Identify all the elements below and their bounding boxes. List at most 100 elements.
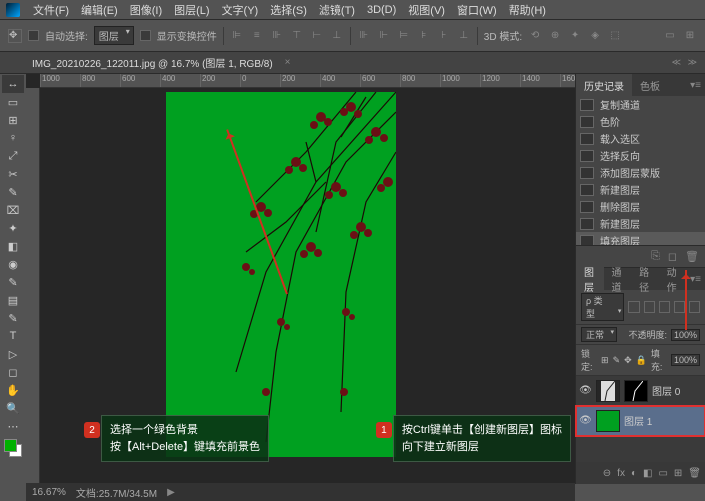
lock-icon[interactable]: ⊞ — [601, 355, 609, 366]
crop-tool[interactable]: ⤢ — [2, 147, 24, 165]
history-item[interactable]: 复制通道 — [576, 96, 705, 113]
lock-icon[interactable]: 🔒 — [636, 355, 647, 366]
gradient-tool[interactable]: ✎ — [2, 273, 24, 291]
group-icon[interactable]: ▭ — [658, 468, 667, 479]
menu-file[interactable]: 文件(F) — [28, 0, 74, 20]
align-icon[interactable]: ⊤ — [290, 29, 304, 43]
lock-icon[interactable]: ✎ — [613, 355, 621, 366]
3d-icon[interactable]: ⬚ — [608, 29, 622, 43]
marquee-tool[interactable]: ▭ — [2, 93, 24, 111]
history-item[interactable]: 填充图层 — [576, 232, 705, 246]
blur-tool[interactable]: ▤ — [2, 291, 24, 309]
document-tab-bar: IMG_20210226_122011.jpg @ 16.7% (图层 1, R… — [0, 52, 705, 74]
menu-help[interactable]: 帮助(H) — [504, 0, 551, 20]
layer-name[interactable]: 图层 0 — [652, 383, 680, 398]
fill-value[interactable]: 100% — [671, 354, 700, 366]
menu-view[interactable]: 视图(V) — [403, 0, 450, 20]
zoom-value[interactable]: 16.67% — [32, 487, 66, 498]
brush-tool[interactable]: ⌧ — [2, 201, 24, 219]
align-icon[interactable]: ⊫ — [230, 29, 244, 43]
zoom-tool[interactable]: 🔍 — [2, 399, 24, 417]
fx-icon[interactable]: fx — [617, 468, 625, 479]
menu-edit[interactable]: 编辑(E) — [76, 0, 123, 20]
dist-icon[interactable]: ⊪ — [357, 29, 371, 43]
filter-icon[interactable] — [674, 301, 685, 313]
filter-icon[interactable] — [628, 301, 639, 313]
menu-type[interactable]: 文字(Y) — [217, 0, 264, 20]
menu-image[interactable]: 图像(I) — [125, 0, 167, 20]
opacity-value[interactable]: 100% — [671, 329, 700, 341]
autoselect-checkbox[interactable] — [28, 30, 39, 41]
menu-window[interactable]: 窗口(W) — [452, 0, 502, 20]
stamp-tool[interactable]: ✦ — [2, 219, 24, 237]
delete-icon[interactable]: 🗑 — [685, 250, 699, 263]
menu-select[interactable]: 选择(S) — [265, 0, 312, 20]
history-item[interactable]: 选择反向 — [576, 147, 705, 164]
panel-menu-icon[interactable]: ▾≡ — [686, 80, 705, 91]
new-layer-icon[interactable]: ⊞ — [674, 468, 682, 479]
align-icon[interactable]: ⊪ — [270, 29, 284, 43]
dist-icon[interactable]: ⊩ — [377, 29, 391, 43]
shape-tool[interactable]: ◻ — [2, 363, 24, 381]
dist-icon[interactable]: ⊧ — [417, 29, 431, 43]
history-brush-tool[interactable]: ◧ — [2, 237, 24, 255]
filter-icon[interactable] — [659, 301, 670, 313]
document-tab[interactable]: IMG_20210226_122011.jpg @ 16.7% (图层 1, R… — [28, 53, 277, 72]
history-item[interactable]: 添加图层蒙版 — [576, 164, 705, 181]
layer-row[interactable]: 👁 图层 0 — [576, 376, 705, 406]
dist-icon[interactable]: ⊥ — [457, 29, 471, 43]
visibility-icon[interactable]: 👁 — [579, 385, 592, 396]
3d-icon[interactable]: ⟲ — [528, 29, 542, 43]
tab-history[interactable]: 历史记录 — [576, 74, 632, 97]
hand-tool[interactable]: ✋ — [2, 381, 24, 399]
link-icon[interactable]: ⊖ — [603, 468, 611, 479]
foreground-color[interactable] — [4, 439, 17, 452]
delete-layer-icon[interactable]: 🗑 — [688, 468, 701, 479]
heal-tool[interactable]: ✎ — [2, 183, 24, 201]
wand-tool[interactable]: ♀ — [2, 129, 24, 147]
type-tool[interactable]: T — [2, 327, 24, 345]
menu-layer[interactable]: 图层(L) — [169, 0, 214, 20]
path-tool[interactable]: ▷ — [2, 345, 24, 363]
more-tools[interactable]: ⋯ — [2, 417, 24, 435]
layer-row[interactable]: 👁 图层 1 — [576, 406, 705, 436]
move-tool[interactable]: ↔ — [2, 75, 24, 93]
workspace-icon[interactable]: ⊞ — [683, 29, 697, 43]
align-icon[interactable]: ⊢ — [310, 29, 324, 43]
blend-mode-dropdown[interactable]: 正常 — [581, 327, 617, 342]
3d-icon[interactable]: ⊕ — [548, 29, 562, 43]
history-item[interactable]: 删除图层 — [576, 198, 705, 215]
history-item[interactable]: 新建图层 — [576, 215, 705, 232]
align-icon[interactable]: ≡ — [250, 29, 264, 43]
lock-icon[interactable]: ✥ — [624, 355, 632, 366]
history-item[interactable]: 载入选区 — [576, 130, 705, 147]
close-tab-icon[interactable]: × — [285, 57, 291, 68]
transform-checkbox[interactable] — [140, 30, 151, 41]
tab-nav-icon[interactable]: ≪ ≫ — [672, 57, 699, 68]
3d-icon[interactable]: ◈ — [588, 29, 602, 43]
filter-icon[interactable] — [644, 301, 655, 313]
lasso-tool[interactable]: ⊞ — [2, 111, 24, 129]
status-menu-icon[interactable]: ▶ — [167, 487, 175, 498]
autoselect-dropdown[interactable]: 图层 — [94, 26, 134, 45]
history-item[interactable]: 新建图层 — [576, 181, 705, 198]
filter-icon[interactable] — [689, 301, 700, 313]
menu-3d[interactable]: 3D(D) — [362, 2, 401, 18]
pen-tool[interactable]: ✎ — [2, 309, 24, 327]
filter-kind-dropdown[interactable]: ρ 类型 — [581, 293, 624, 321]
menu-filter[interactable]: 滤镜(T) — [314, 0, 360, 20]
align-icon[interactable]: ⊥ — [330, 29, 344, 43]
dist-icon[interactable]: ⊦ — [437, 29, 451, 43]
tab-swatches[interactable]: 色板 — [632, 74, 668, 97]
visibility-icon[interactable]: 👁 — [579, 415, 592, 426]
eraser-tool[interactable]: ◉ — [2, 255, 24, 273]
color-swatch[interactable] — [4, 439, 22, 457]
3d-icon[interactable]: ✦ — [568, 29, 582, 43]
workspace-icon[interactable]: ▭ — [663, 29, 677, 43]
adjustment-icon[interactable]: ◧ — [643, 468, 652, 479]
dist-icon[interactable]: ⊨ — [397, 29, 411, 43]
eyedropper-tool[interactable]: ✂ — [2, 165, 24, 183]
layer-name[interactable]: 图层 1 — [624, 413, 652, 428]
mask-icon[interactable]: ◐ — [631, 468, 637, 479]
history-item[interactable]: 色阶 — [576, 113, 705, 130]
